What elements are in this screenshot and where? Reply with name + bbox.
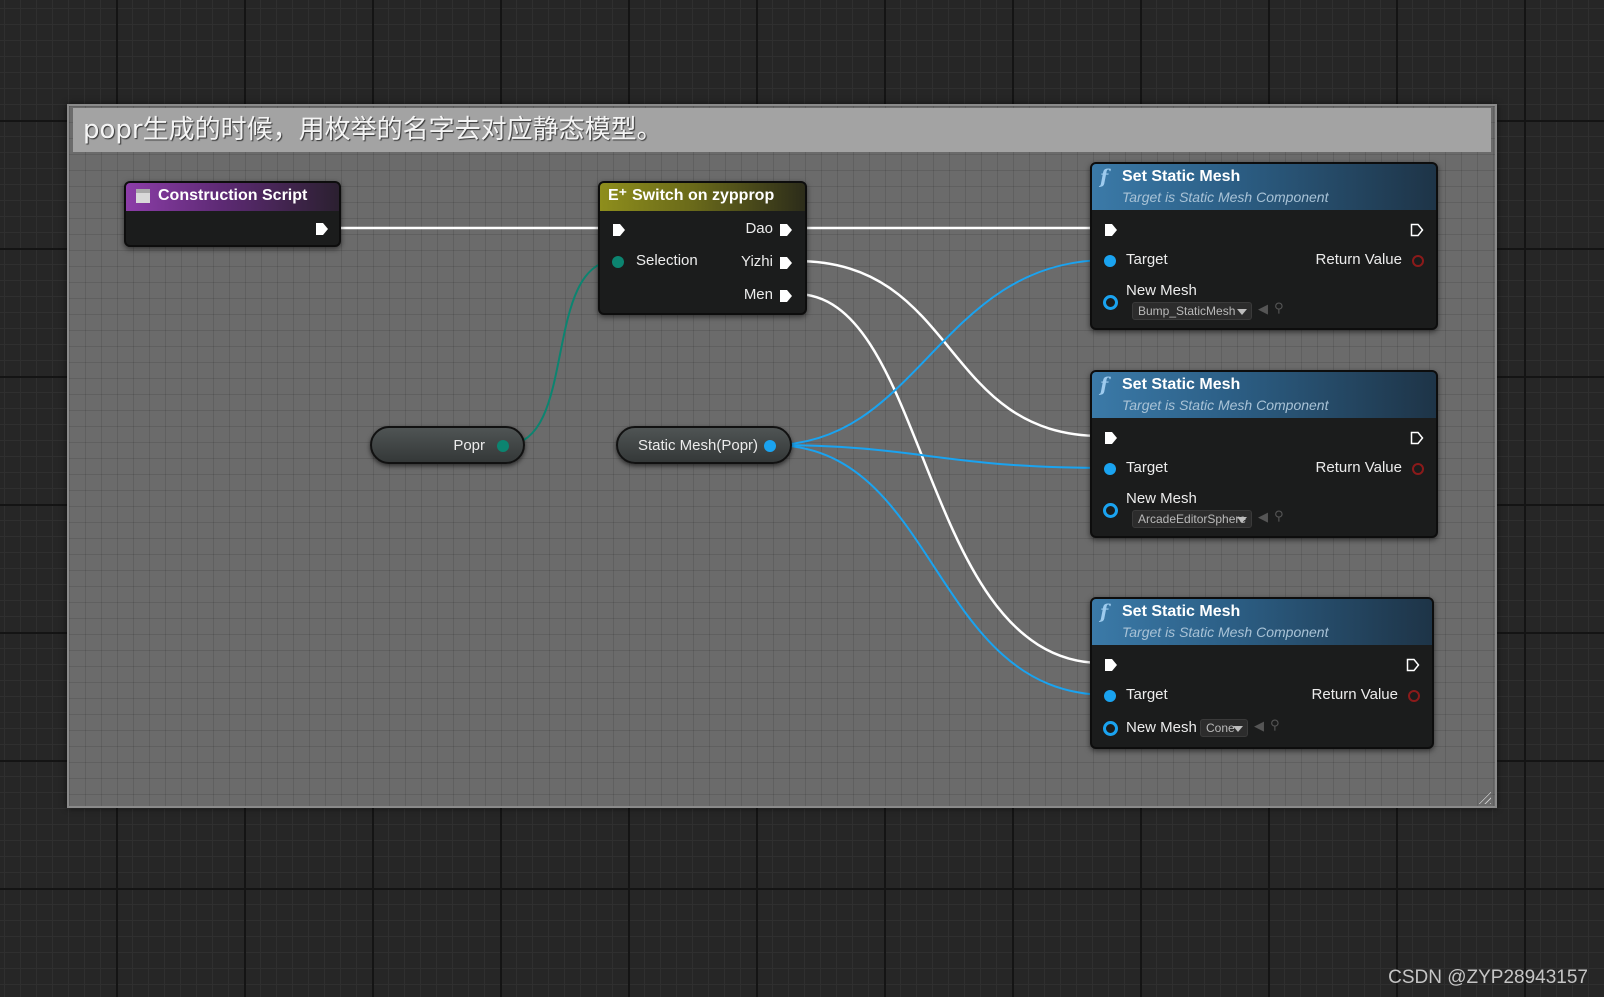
static-mesh-variable-node[interactable]: Static Mesh(Popr)	[616, 426, 792, 464]
mesh-asset-value-3: Cone	[1206, 721, 1235, 735]
new-mesh-label-3: New Mesh	[1126, 719, 1197, 736]
function-icon: f	[1100, 601, 1109, 623]
comment-resize-grip[interactable]	[1477, 790, 1491, 804]
exec-output-yizhi-pin[interactable]	[779, 256, 793, 270]
selection-pin[interactable]	[612, 256, 624, 268]
chevron-down-icon	[1233, 726, 1243, 732]
exec-output-pin-1[interactable]	[1410, 223, 1424, 237]
new-mesh-pin-2[interactable]	[1103, 503, 1118, 518]
exec-input-pin-1[interactable]	[1104, 223, 1118, 237]
static-mesh-label: Static Mesh(Popr)	[638, 437, 759, 454]
exec-output-men-pin[interactable]	[779, 289, 793, 303]
construction-script-header[interactable]: Construction Script	[126, 183, 339, 211]
chevron-down-icon	[1237, 309, 1247, 315]
set-static-mesh-header-1[interactable]: f Set Static Mesh Target is Static Mesh …	[1092, 164, 1436, 210]
set-static-mesh-node-3[interactable]: f Set Static Mesh Target is Static Mesh …	[1090, 597, 1434, 749]
output-label-yizhi: Yizhi	[741, 253, 773, 270]
popr-output-pin[interactable]	[497, 440, 509, 452]
switch-enum-icon: E⁺	[608, 187, 628, 204]
selection-label: Selection	[636, 252, 698, 269]
magnifier-icon[interactable]: ⚲	[1274, 510, 1284, 524]
mesh-asset-dropdown-1[interactable]: Bump_StaticMesh	[1132, 302, 1252, 320]
arrow-left-icon[interactable]: ◀	[1254, 720, 1264, 734]
mesh-asset-dropdown-2[interactable]: ArcadeEditorSphere	[1132, 510, 1252, 528]
target-label-2: Target	[1126, 459, 1168, 476]
new-mesh-pin-3[interactable]	[1103, 721, 1118, 736]
set-static-mesh-node-2[interactable]: f Set Static Mesh Target is Static Mesh …	[1090, 370, 1438, 538]
return-value-pin-3[interactable]	[1408, 690, 1420, 702]
arrow-left-icon[interactable]: ◀	[1258, 511, 1268, 525]
target-pin-2[interactable]	[1104, 463, 1116, 475]
exec-output-pin[interactable]	[315, 222, 329, 236]
static-mesh-output-pin[interactable]	[764, 440, 776, 452]
new-mesh-label-1: New Mesh	[1126, 282, 1197, 299]
exec-input-pin-3[interactable]	[1104, 658, 1118, 672]
set-static-mesh-header-2[interactable]: f Set Static Mesh Target is Static Mesh …	[1092, 372, 1436, 418]
popr-label: Popr	[453, 437, 485, 454]
exec-output-dao-pin[interactable]	[779, 223, 793, 237]
return-value-label-3: Return Value	[1311, 686, 1398, 703]
set-static-mesh-title-2: Set Static Mesh	[1122, 376, 1241, 393]
exec-output-pin-2[interactable]	[1410, 431, 1424, 445]
script-icon	[136, 189, 150, 203]
set-static-mesh-subtitle-2: Target is Static Mesh Component	[1122, 397, 1329, 413]
magnifier-icon[interactable]: ⚲	[1274, 302, 1284, 316]
target-label-3: Target	[1126, 686, 1168, 703]
return-value-pin-1[interactable]	[1412, 255, 1424, 267]
mesh-asset-value-1: Bump_StaticMesh	[1138, 304, 1236, 318]
set-static-mesh-subtitle-1: Target is Static Mesh Component	[1122, 189, 1329, 205]
watermark: CSDN @ZYP28943157	[1388, 967, 1588, 988]
magnifier-icon[interactable]: ⚲	[1270, 719, 1280, 733]
exec-output-pin-3[interactable]	[1406, 658, 1420, 672]
set-static-mesh-title-3: Set Static Mesh	[1122, 603, 1241, 620]
switch-title: Switch on zypprop	[632, 187, 775, 204]
exec-input-pin[interactable]	[612, 223, 626, 237]
output-label-men: Men	[743, 286, 773, 303]
arrow-left-icon[interactable]: ◀	[1258, 303, 1268, 317]
output-label-dao: Dao	[745, 220, 773, 237]
set-static-mesh-header-3[interactable]: f Set Static Mesh Target is Static Mesh …	[1092, 599, 1432, 645]
set-static-mesh-node-1[interactable]: f Set Static Mesh Target is Static Mesh …	[1090, 162, 1438, 330]
target-pin-1[interactable]	[1104, 255, 1116, 267]
switch-node[interactable]: E⁺ Switch on zypprop Selection Dao Yizhi…	[598, 181, 807, 315]
exec-input-pin-2[interactable]	[1104, 431, 1118, 445]
return-value-label-2: Return Value	[1315, 459, 1402, 476]
new-mesh-pin-1[interactable]	[1103, 295, 1118, 310]
construction-script-title: Construction Script	[158, 187, 308, 204]
set-static-mesh-title-1: Set Static Mesh	[1122, 168, 1241, 185]
return-value-label-1: Return Value	[1315, 251, 1402, 268]
set-static-mesh-subtitle-3: Target is Static Mesh Component	[1122, 624, 1329, 640]
target-label-1: Target	[1126, 251, 1168, 268]
mesh-asset-dropdown-3[interactable]: Cone	[1200, 719, 1248, 737]
comment-title[interactable]: popr生成的时候，用枚举的名字去对应静态模型。	[73, 108, 1491, 152]
function-icon: f	[1100, 374, 1109, 396]
mesh-asset-value-2: ArcadeEditorSphere	[1138, 512, 1247, 526]
target-pin-3[interactable]	[1104, 690, 1116, 702]
switch-header[interactable]: E⁺ Switch on zypprop	[600, 183, 805, 211]
popr-variable-node[interactable]: Popr	[370, 426, 525, 464]
new-mesh-label-2: New Mesh	[1126, 490, 1197, 507]
function-icon: f	[1100, 166, 1109, 188]
return-value-pin-2[interactable]	[1412, 463, 1424, 475]
construction-script-node[interactable]: Construction Script	[124, 181, 341, 247]
chevron-down-icon	[1237, 517, 1247, 523]
